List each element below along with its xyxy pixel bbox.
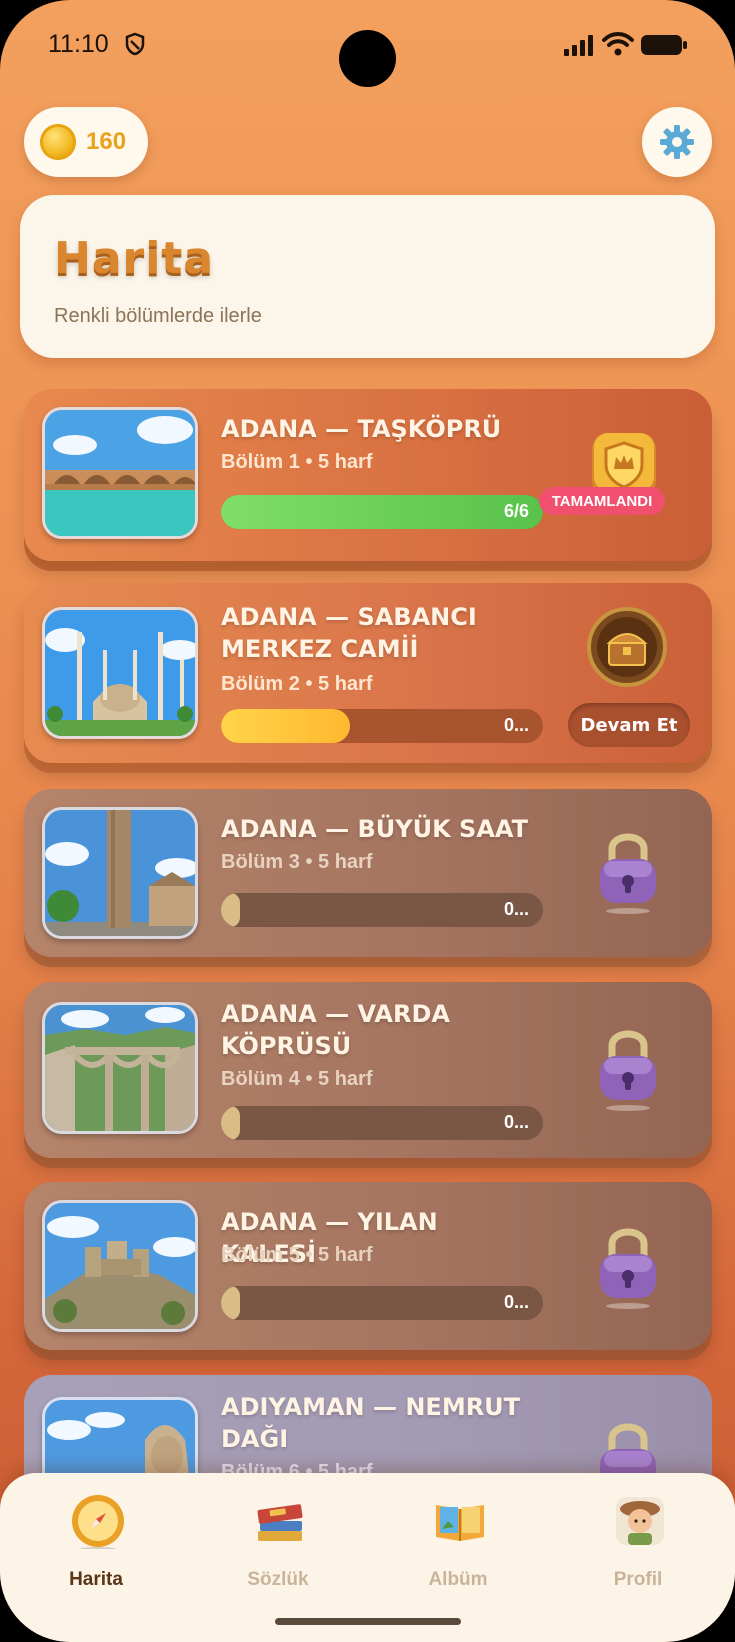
level-progress-bar: 0... (221, 1106, 543, 1140)
level-title: ADANA — TAŞKÖPRÜ (221, 415, 502, 443)
signal-icon (564, 35, 593, 56)
level-subtitle: Bölüm 2 • 5 harf (221, 673, 373, 695)
level-card-5[interactable]: ADANA — YILAN KALESİ Bölüm 5 • 5 harf 0.… (24, 1182, 712, 1350)
battery-icon (641, 35, 687, 55)
mosque-image (45, 610, 195, 736)
wifi-icon (602, 32, 634, 56)
status-time: 11:10 (48, 30, 109, 58)
shield-icon (125, 32, 145, 56)
castle-image (45, 1203, 195, 1329)
progress-fill (221, 893, 241, 927)
bridge-image (45, 410, 195, 536)
level-progress-bar: 0... (221, 1286, 543, 1320)
nav-label: Harita (69, 1569, 123, 1590)
level-title: ADANA — BÜYÜK SAAT (221, 815, 528, 843)
level-thumbnail (42, 1002, 198, 1134)
level-subtitle: Bölüm 4 • 5 harf (221, 1068, 373, 1090)
settings-button[interactable] (642, 107, 712, 177)
page-title: Harita (54, 233, 215, 284)
padlock-icon (600, 1030, 656, 1111)
gear-icon (660, 125, 694, 159)
progress-text: 0... (503, 899, 529, 919)
progress-text: 0... (503, 715, 529, 735)
nav-label: Sözlük (247, 1569, 309, 1590)
progress-fill (221, 495, 543, 529)
level-thumbnail (42, 407, 198, 539)
level-card-4[interactable]: ADANA — VARDA KÖPRÜSÜ Bölüm 4 • 5 harf 0… (24, 982, 712, 1158)
level-subtitle: Bölüm 1 • 5 harf (221, 451, 373, 473)
level-thumbnail (42, 1200, 198, 1332)
progress-fill (221, 1106, 241, 1140)
progress-text: 0... (503, 1292, 529, 1312)
padlock-icon (600, 1228, 656, 1309)
level-card-3[interactable]: ADANA — BÜYÜK SAAT Bölüm 3 • 5 harf 0... (24, 789, 712, 957)
padlock-icon (600, 833, 656, 914)
nav-album[interactable]: Albüm (388, 1493, 528, 1603)
viaduct-image (45, 1005, 195, 1131)
completed-badge: TAMAMLANDI (539, 487, 665, 515)
progress-text: 0... (503, 1112, 529, 1132)
level-progress-bar: 0... (221, 709, 543, 743)
app-screen: 11:10 160 Harita Renkli bölümlerde ilerl… (0, 0, 735, 1642)
level-card-1[interactable]: ADANA — TAŞKÖPRÜ Bölüm 1 • 5 harf 6/6 TA… (24, 389, 712, 561)
nav-harita[interactable]: Harita (26, 1493, 166, 1603)
level-title: ADANA — SABANCI MERKEZ CAMİİ (221, 603, 477, 663)
level-subtitle: Bölüm 3 • 5 harf (221, 851, 373, 873)
explorer-avatar-icon (616, 1497, 664, 1545)
compass-icon (72, 1495, 124, 1549)
progress-fill (221, 1286, 241, 1320)
bottom-navigation: Harita Sözlük Albüm Profil (0, 1473, 735, 1642)
level-card-2[interactable]: ADANA — SABANCI MERKEZ CAMİİ Bölüm 2 • 5… (24, 583, 712, 763)
photo-album-icon (436, 1505, 484, 1541)
nav-label: Albüm (428, 1569, 488, 1590)
level-progress-bar: 6/6 (221, 495, 543, 529)
level-thumbnail (42, 807, 198, 939)
level-title: ADANA — VARDA KÖPRÜSÜ (221, 1000, 450, 1060)
progress-fill (221, 709, 350, 743)
coin-counter[interactable]: 160 (24, 107, 148, 177)
nav-sozluk[interactable]: Sözlük (208, 1493, 348, 1603)
front-camera (339, 30, 396, 87)
coin-icon (40, 124, 76, 160)
home-indicator (275, 1618, 461, 1625)
clock-tower-image (45, 810, 195, 936)
level-subtitle: Bölüm 5 • 5 harf (221, 1244, 373, 1266)
level-thumbnail (42, 607, 198, 739)
level-progress-bar: 0... (221, 893, 543, 927)
treasure-chest-icon (587, 607, 667, 687)
nav-label: Profil (613, 1569, 663, 1590)
status-bar: 11:10 (0, 0, 735, 90)
header-card: Harita Renkli bölümlerde ilerle (20, 195, 715, 358)
dictionary-books-icon (257, 1504, 303, 1541)
page-subtitle: Renkli bölümlerde ilerle (54, 305, 262, 327)
progress-text: 6/6 (503, 501, 529, 521)
level-title: ADIYAMAN — NEMRUT DAĞI (221, 1393, 521, 1453)
continue-button[interactable]: Devam Et (568, 703, 690, 747)
coin-count: 160 (86, 128, 127, 155)
nav-profil[interactable]: Profil (568, 1493, 708, 1603)
